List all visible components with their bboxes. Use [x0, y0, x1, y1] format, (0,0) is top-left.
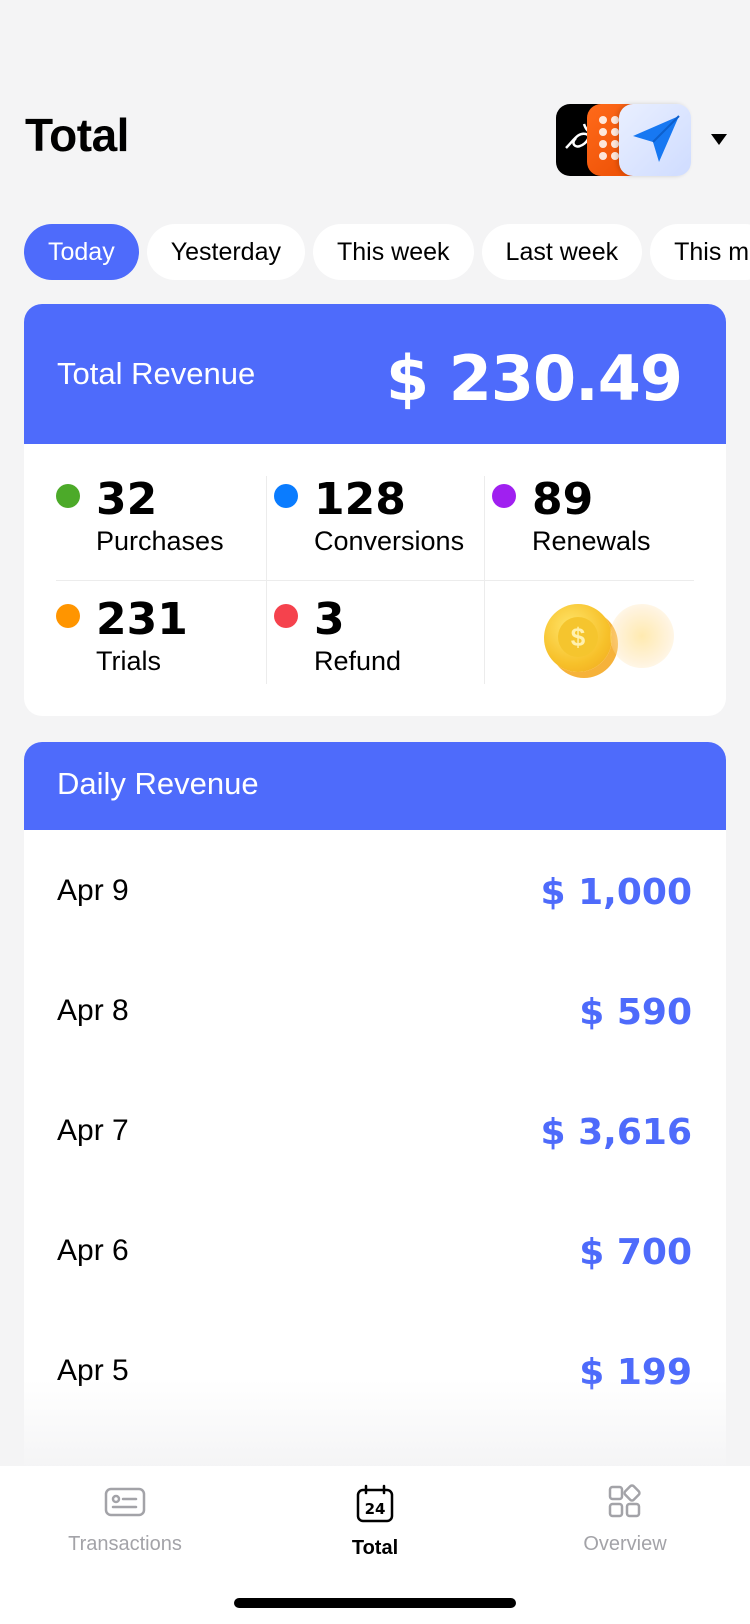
daily-row[interactable]: Apr 9 $ 1,000 — [24, 830, 726, 950]
trials-dot — [56, 604, 80, 628]
stat-refund: 3 Refund — [274, 584, 484, 688]
refund-value: 3 — [314, 594, 345, 645]
conversions-dot — [274, 484, 298, 508]
total-revenue-label: Total Revenue — [57, 356, 256, 391]
svg-text:24: 24 — [365, 1500, 386, 1518]
daily-row-date: Apr 9 — [57, 874, 129, 907]
refund-label: Refund — [314, 646, 402, 676]
stat-renewals: 89 Renewals — [492, 464, 702, 568]
date-filter-bar: Today Yesterday This week Last week This m — [24, 224, 750, 280]
card-icon — [104, 1487, 146, 1517]
scroll-fade — [0, 1380, 750, 1470]
filter-today[interactable]: Today — [24, 224, 139, 280]
daily-revenue-card: Daily Revenue Apr 9 $ 1,000 Apr 8 $ 590 … — [24, 742, 726, 1472]
trials-value: 231 — [96, 594, 188, 645]
renewals-dot — [492, 484, 516, 508]
daily-row[interactable]: Apr 8 $ 590 — [24, 950, 726, 1070]
divider — [56, 580, 694, 581]
purchases-label: Purchases — [96, 526, 224, 556]
daily-row[interactable]: Apr 6 $ 700 — [24, 1190, 726, 1310]
app-icon-navigation — [619, 104, 691, 176]
daily-row-date: Apr 6 — [57, 1234, 129, 1267]
purchases-dot — [56, 484, 80, 508]
renewals-label: Renewals — [532, 526, 651, 556]
total-revenue-card: Total Revenue $ 230.49 32 Purchases 128 … — [24, 304, 726, 716]
filter-this-week[interactable]: This week — [313, 224, 474, 280]
home-indicator — [234, 1598, 516, 1608]
total-revenue-value: $ 230.49 — [386, 342, 683, 415]
purchases-value: 32 — [96, 474, 158, 525]
stat-conversions: 128 Conversions — [274, 464, 484, 568]
tab-transactions-label: Transactions — [68, 1533, 182, 1555]
filter-this-month[interactable]: This m — [650, 224, 750, 280]
total-revenue-header: Total Revenue $ 230.49 — [24, 304, 726, 444]
filter-last-week[interactable]: Last week — [481, 224, 643, 280]
tab-overview[interactable]: Overview — [500, 1484, 750, 1556]
page-title: Total — [25, 109, 129, 161]
daily-row-date: Apr 8 — [57, 994, 129, 1027]
tab-transactions[interactable]: Transactions — [0, 1484, 250, 1556]
tab-total-label: Total — [351, 1537, 399, 1559]
daily-revenue-label: Daily Revenue — [57, 766, 259, 801]
daily-revenue-header: Daily Revenue — [24, 742, 726, 830]
stat-trials: 231 Trials — [56, 584, 266, 688]
tab-overview-label: Overview — [583, 1533, 667, 1555]
stat-purchases: 32 Purchases — [56, 464, 266, 568]
revenue-stats-grid: 32 Purchases 128 Conversions 89 Renewals… — [24, 444, 726, 716]
grid-icon — [608, 1484, 641, 1518]
daily-row-amount: $ 3,616 — [540, 1112, 692, 1153]
filter-yesterday[interactable]: Yesterday — [146, 224, 305, 280]
daily-row-amount: $ 700 — [579, 1232, 692, 1273]
daily-row-date: Apr 7 — [57, 1114, 129, 1147]
daily-row-amount: $ 590 — [579, 992, 692, 1033]
trials-label: Trials — [96, 646, 161, 676]
coin-icon: $ — [544, 604, 612, 672]
renewals-value: 89 — [532, 474, 594, 525]
daily-row-amount: $ 1,000 — [540, 872, 692, 913]
app-switcher[interactable] — [556, 104, 746, 176]
conversions-value: 128 — [314, 474, 406, 525]
calendar-24-icon: 24 — [356, 1484, 394, 1523]
dropdown-caret-icon[interactable] — [711, 134, 727, 145]
conversions-label: Conversions — [314, 526, 465, 556]
refund-dot — [274, 604, 298, 628]
daily-row[interactable]: Apr 7 $ 3,616 — [24, 1070, 726, 1190]
tab-total[interactable]: 24 Total — [250, 1484, 500, 1560]
coin-glow-icon — [610, 604, 674, 668]
